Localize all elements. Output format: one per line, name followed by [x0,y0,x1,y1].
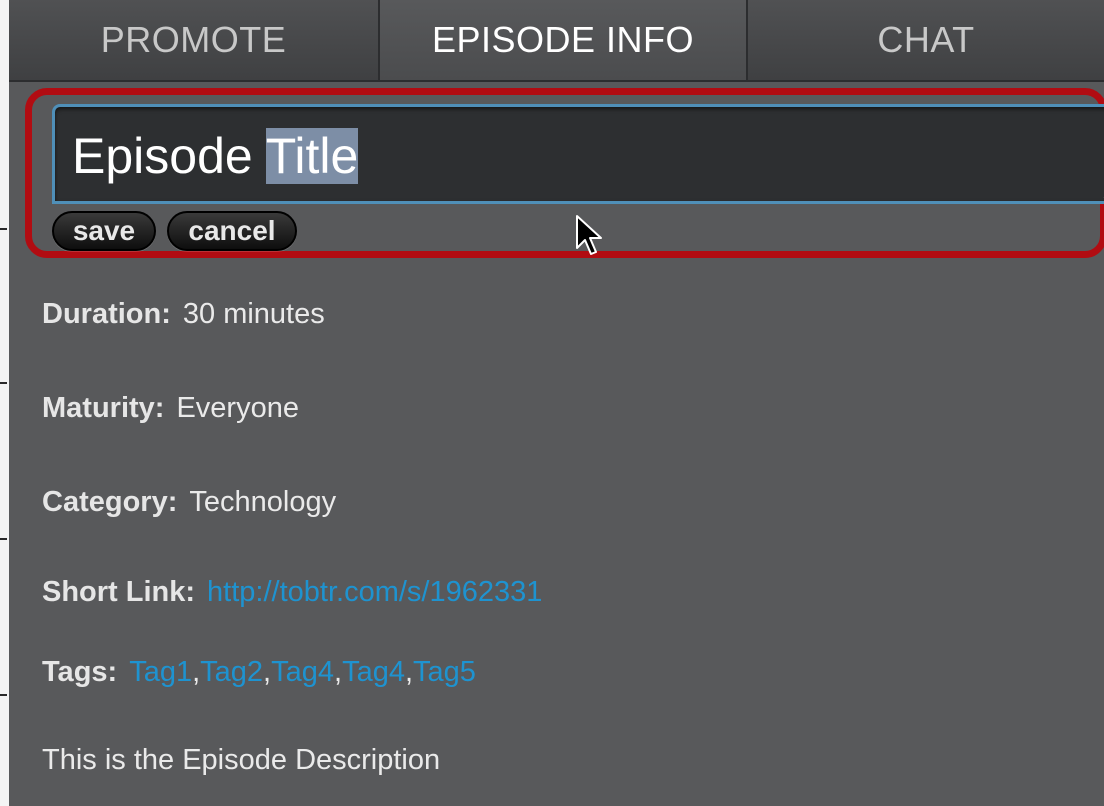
tag-link[interactable]: Tag4 [342,656,405,688]
category-value: Technology [189,486,337,518]
duration-label: Duration: [42,298,171,330]
cancel-button[interactable]: cancel [167,211,297,251]
tags-list: Tag1,Tag2,Tag4,Tag4,Tag5 [129,656,476,688]
category-label: Category: [42,486,178,518]
title-editor-highlight: Episode Title save cancel [25,88,1104,258]
episode-panel: PROMOTE EPISODE INFO CHAT Episode Title … [9,0,1104,806]
left-edge [0,0,9,806]
episode-description: This is the Episode Description [42,744,441,776]
episode-title-text[interactable]: Episode Title [72,127,359,185]
short-link-row: Short Link: http://tobtr.com/s/1962331 [42,576,542,609]
tag-link[interactable]: Tag5 [413,656,476,688]
tag-separator: , [404,656,414,688]
description-row: This is the Episode Description [42,744,440,777]
duration-value: 30 minutes [182,298,325,330]
mouse-pointer-icon [575,214,605,258]
maturity-row: Maturity: Everyone [42,392,299,425]
tag-link[interactable]: Tag2 [200,656,263,688]
tag-separator: , [334,656,343,688]
short-link[interactable]: http://tobtr.com/s/1962331 [207,576,542,608]
episode-title-input[interactable]: Episode Title [52,104,1104,204]
tags-label: Tags: [42,656,118,688]
duration-row: Duration: 30 minutes [42,298,325,331]
tag-link[interactable]: Tag1 [129,656,192,688]
maturity-value: Everyone [176,392,299,424]
save-button[interactable]: save [52,211,156,251]
tab-promote[interactable]: PROMOTE [9,0,380,80]
title-selected-text: Title [265,128,359,184]
tab-chat[interactable]: CHAT [748,0,1104,80]
tag-separator: , [263,656,272,688]
short-link-label: Short Link: [42,576,196,608]
maturity-label: Maturity: [42,392,165,424]
tab-episode-info[interactable]: EPISODE INFO [380,0,748,80]
tab-bar: PROMOTE EPISODE INFO CHAT [9,0,1104,82]
edge-tick [0,694,7,696]
edge-tick [0,382,7,384]
edge-tick [0,228,7,230]
tags-row: Tags: Tag1,Tag2,Tag4,Tag4,Tag5 [42,656,476,689]
category-row: Category: Technology [42,486,336,519]
tag-link[interactable]: Tag4 [271,656,334,688]
title-unselected-text: Episode [72,128,266,184]
tag-separator: , [192,656,201,688]
edge-tick [0,538,7,540]
